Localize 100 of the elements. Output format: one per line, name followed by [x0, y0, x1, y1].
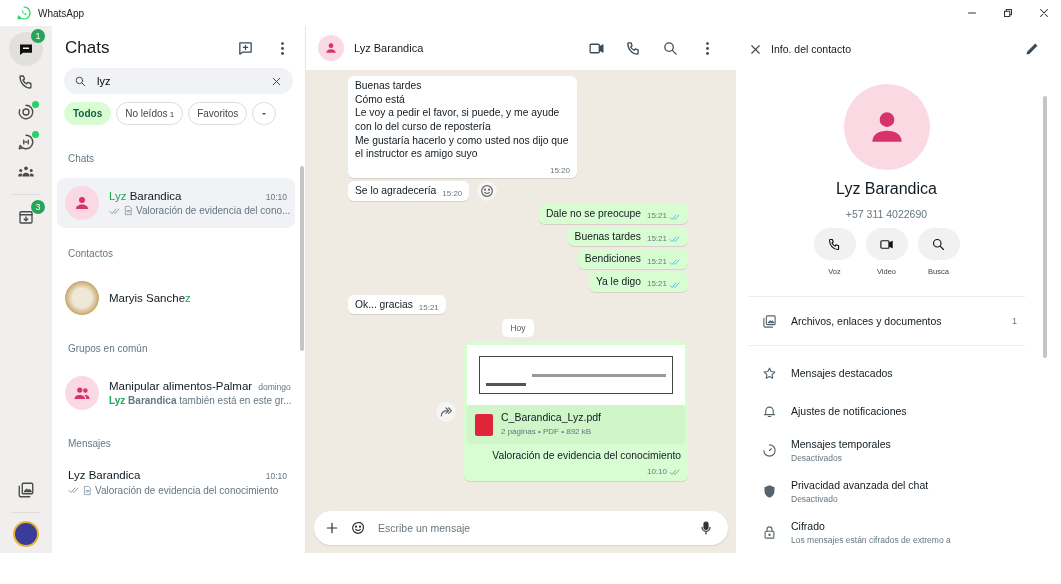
settings-row[interactable]: Mensajes destacados — [748, 354, 1025, 392]
row-title: Mensajes temporales — [791, 438, 891, 450]
row-subtitle: Desactivados — [791, 453, 844, 463]
settings-row[interactable]: Privacidad avanzada del chat Desactivado — [748, 471, 1025, 512]
image-stack-icon — [17, 481, 35, 499]
chat-list-item[interactable]: Lyz Barandica 10:10 Valoración de evidencia del cono... — [57, 178, 295, 228]
panel-title: Chats — [65, 38, 110, 58]
message-time: 15:20 — [442, 189, 463, 200]
filter-chip[interactable]: Todos — [64, 102, 112, 125]
unread-badge: 3 — [31, 200, 45, 214]
forward-icon[interactable] — [436, 401, 456, 422]
message-text: Valoración de evidencia del conocimiento — [492, 448, 681, 463]
contact-name: Lyz Barandica — [354, 42, 424, 54]
message-text: Dale no se preocupe — [545, 206, 641, 221]
chat-list-item[interactable]: Maryis Sanchez — [57, 273, 295, 323]
profile-avatar[interactable] — [13, 521, 39, 547]
restore-icon[interactable] — [1001, 6, 1015, 20]
contact-name: Lyz Barandica — [835, 180, 938, 198]
message-composer[interactable]: Escribe un mensaje — [314, 511, 728, 545]
new-chat-icon[interactable] — [237, 39, 254, 57]
message-preview: Lyz Barandica también está en este gr... — [109, 395, 292, 406]
attach-plus-icon[interactable] — [324, 520, 340, 536]
message-text: Bendiciones — [584, 252, 641, 266]
photo-placeholder — [65, 281, 99, 315]
timestamp: 10:10 — [265, 191, 287, 202]
emoji-reaction-icon[interactable] — [477, 180, 498, 201]
media-row[interactable]: Archivos, enlaces y documentos 1 — [748, 297, 1025, 345]
timer-icon — [762, 443, 777, 458]
image-stack-icon — [762, 313, 777, 329]
section-heading: Grupos en común — [67, 342, 149, 356]
message-time: 15:20 — [549, 166, 570, 177]
microphone-icon[interactable] — [698, 520, 714, 536]
search-field[interactable]: lyz — [64, 68, 293, 94]
file-card[interactable]: C_Barandica_Lyz.pdf 2 páginas • PDF • 892 kB — [467, 405, 685, 444]
filter-chip[interactable]: No leídos 1 — [116, 102, 184, 125]
date-divider: Hoy — [502, 319, 534, 338]
voice-call-icon[interactable] — [625, 39, 642, 57]
message-time: 15:21 — [646, 256, 667, 268]
search-icon — [74, 74, 87, 88]
contact-name: Manipular alimentos-Palmar — [109, 380, 253, 392]
row-title: Mensajes destacados — [791, 367, 893, 379]
message-preview: Valoración de evidencia del conocimiento — [95, 484, 279, 496]
filter-chip[interactable]: Favoritos — [188, 102, 248, 125]
search-input[interactable]: lyz — [95, 74, 262, 88]
chat-list-item[interactable]: Lyz Barandica 10:10 Valoración de evidencia del conocimiento — [57, 463, 295, 496]
settings-row[interactable]: Cifrado Los mensajes están cifrados de extremo a — [748, 512, 1025, 553]
person-icon — [73, 194, 91, 212]
message-time: 15:21 — [646, 233, 667, 245]
status-ring-icon — [17, 103, 35, 121]
timestamp: 10:10 — [265, 471, 287, 481]
message-text: Se lo agradecería — [355, 183, 437, 198]
contact-name: Maryis Sanchez — [109, 292, 192, 304]
row-title: Archivos, enlaces y documentos — [791, 315, 942, 327]
person-icon — [324, 41, 338, 55]
message-text: Ya le digo — [595, 274, 641, 289]
document-icon — [82, 484, 93, 496]
bell-icon — [762, 403, 777, 419]
message-text: Ok... gracias — [355, 297, 413, 312]
message-input[interactable]: Escribe un mensaje — [376, 521, 688, 535]
message-preview: Valoración de evidencia del cono... — [136, 205, 291, 216]
message-text: Buenas tardes Cómo está Le voy a pedir el favor, si puede, y me ayude con lo del curso de repostería Me gustaría hacerlo y como usted nos dijo que el instructor es amigo suyo — [355, 79, 570, 162]
file-details: 2 páginas • PDF • 892 kB — [501, 427, 593, 438]
pdf-file-icon — [475, 413, 493, 436]
settings-row[interactable]: Ajustes de notificaciones — [748, 392, 1025, 430]
panel-title: Info. del contacto — [771, 43, 851, 55]
chat-list-item[interactable]: Manipular alimentos-Palmar domingo Lyz Barandica también está en este gr... — [57, 368, 295, 418]
phone-button[interactable] — [813, 228, 856, 260]
phone-number: +57 311 4022690 — [844, 208, 929, 220]
phone-bubble-icon — [16, 5, 32, 21]
section-heading: Mensajes — [67, 437, 112, 451]
message-text: Buenas tardes — [574, 229, 641, 244]
star-icon — [762, 365, 777, 381]
window-title: WhatsApp — [38, 7, 85, 19]
contact-name: Lyz Barandica — [109, 189, 183, 202]
contact-name: Lyz Barandica — [68, 469, 142, 481]
video-camera-button[interactable] — [865, 228, 908, 260]
row-subtitle: Los mensajes están cifrados de extremo a — [791, 535, 951, 545]
message-time: 15:21 — [418, 302, 439, 314]
phone-icon — [827, 236, 842, 252]
settings-row[interactable]: Mensajes temporales Desactivados — [748, 430, 1025, 471]
unread-badge: 1 — [31, 29, 45, 43]
message-time: 15:21 — [646, 211, 667, 222]
section-heading: Contactos — [67, 247, 115, 261]
message-time: 15:21 — [646, 279, 667, 290]
search-button[interactable] — [917, 228, 960, 260]
row-title: Privacidad avanzada del chat — [791, 479, 929, 491]
pencil-icon[interactable] — [1024, 41, 1039, 57]
lock-icon — [762, 525, 777, 540]
file-name: C_Barandica_Lyz.pdf — [501, 411, 601, 426]
phone-icon — [17, 73, 35, 91]
item-count: 1 — [1012, 316, 1017, 326]
search-icon[interactable] — [662, 39, 679, 57]
row-title: Ajustes de notificaciones — [791, 405, 907, 417]
close-icon[interactable] — [1037, 6, 1051, 20]
document-icon — [123, 205, 134, 216]
message-time: 10:10 — [646, 466, 667, 478]
sticker-icon[interactable] — [350, 520, 366, 536]
row-title: Cifrado — [791, 520, 826, 532]
channels-icon — [17, 133, 35, 151]
archive-box-icon — [17, 208, 35, 226]
